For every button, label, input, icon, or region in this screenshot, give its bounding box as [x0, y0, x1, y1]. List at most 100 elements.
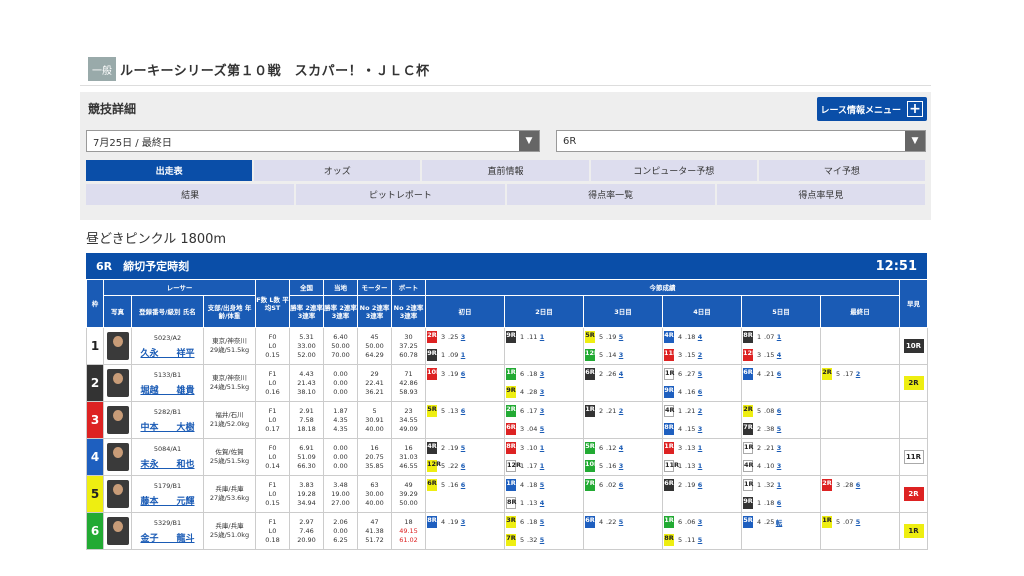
- tab-3[interactable]: 直前情報: [422, 160, 589, 181]
- racer-name-link[interactable]: 堀越 雄貴: [133, 383, 203, 396]
- race-badge[interactable]: 5R: [743, 516, 754, 528]
- race-badge[interactable]: 6R: [506, 423, 517, 435]
- race-badge[interactable]: 9R: [664, 386, 675, 398]
- race-badge[interactable]: 11R: [664, 460, 679, 472]
- date-select[interactable]: 7月25日 / 最終日 ▼: [86, 130, 540, 152]
- day-result[interactable]: 3: [458, 518, 468, 526]
- day-result[interactable]: 3: [616, 351, 626, 359]
- day-result[interactable]: 3: [774, 444, 784, 452]
- tab-5[interactable]: マイ予想: [758, 160, 925, 181]
- race-badge[interactable]: 2R: [506, 405, 517, 417]
- day-result[interactable]: 1: [537, 333, 547, 341]
- day-result[interactable]: 6: [774, 407, 784, 415]
- race-badge[interactable]: 1R: [743, 479, 754, 491]
- day-result[interactable]: 4: [537, 499, 547, 507]
- day-result[interactable]: 4: [774, 351, 784, 359]
- tab2-4[interactable]: 得点率早見: [716, 184, 925, 205]
- race-badge[interactable]: 11R: [664, 349, 678, 361]
- day-result[interactable]: 6: [695, 388, 705, 396]
- race-badge[interactable]: 2R: [822, 479, 833, 491]
- day-result[interactable]: 6: [616, 481, 626, 489]
- day-result[interactable]: 5: [774, 425, 784, 433]
- day-result[interactable]: 3: [774, 462, 784, 470]
- day-result[interactable]: 6: [853, 481, 863, 489]
- early-race-badge[interactable]: 10R: [903, 339, 924, 353]
- racer-name-link[interactable]: 末永 和也: [133, 457, 203, 470]
- race-info-menu-button[interactable]: レース情報メニュー +: [817, 97, 927, 121]
- tab-4[interactable]: コンピューター予想: [590, 160, 757, 181]
- race-badge[interactable]: 1R: [664, 442, 675, 454]
- racer-name-link[interactable]: 藤本 元輝: [133, 494, 203, 507]
- early-race-badge[interactable]: 2R: [903, 487, 924, 501]
- day-result[interactable]: 5: [616, 518, 626, 526]
- race-badge[interactable]: 3R: [506, 516, 517, 528]
- race-badge[interactable]: 8R: [743, 331, 754, 343]
- race-badge[interactable]: 12R: [506, 460, 521, 472]
- tab2-2[interactable]: ピットレポート: [296, 184, 505, 205]
- day-result[interactable]: 6: [458, 481, 468, 489]
- day-result[interactable]: 2: [616, 407, 626, 415]
- race-badge[interactable]: 1R: [664, 516, 675, 528]
- race-badge[interactable]: 12R: [743, 349, 757, 361]
- race-badge[interactable]: 9R: [743, 497, 754, 509]
- day-result[interactable]: 転: [774, 517, 784, 527]
- race-badge[interactable]: 6R: [585, 368, 596, 380]
- race-badge[interactable]: 2R: [427, 331, 438, 343]
- race-badge[interactable]: 5R: [585, 442, 596, 454]
- tab2-3[interactable]: 得点率一覧: [506, 184, 715, 205]
- race-badge[interactable]: 4R: [664, 331, 675, 343]
- day-result[interactable]: 4: [616, 370, 626, 378]
- day-result[interactable]: 5: [537, 425, 547, 433]
- race-badge[interactable]: 12R: [585, 349, 599, 361]
- early-race-badge[interactable]: 1R: [903, 524, 924, 538]
- day-result[interactable]: 1: [458, 351, 468, 359]
- day-result[interactable]: 5: [616, 333, 626, 341]
- day-result[interactable]: 6: [695, 481, 705, 489]
- race-badge[interactable]: 12R: [427, 460, 441, 472]
- race-badge[interactable]: 10R: [585, 460, 599, 472]
- day-result[interactable]: 5: [537, 481, 547, 489]
- racer-name-link[interactable]: 中本 大樹: [133, 420, 203, 433]
- race-badge[interactable]: 2R: [822, 368, 833, 380]
- race-select[interactable]: 6R ▼: [556, 130, 926, 152]
- race-badge[interactable]: 8R: [664, 423, 675, 435]
- race-badge[interactable]: 9R: [506, 386, 517, 398]
- day-result[interactable]: 1: [774, 333, 784, 341]
- day-result[interactable]: 3: [616, 462, 626, 470]
- race-badge[interactable]: 6R: [664, 479, 675, 491]
- racer-name-link[interactable]: 金子 龍斗: [133, 531, 203, 544]
- day-result[interactable]: 3: [537, 370, 547, 378]
- day-result[interactable]: 3: [537, 388, 547, 396]
- race-badge[interactable]: 1R: [664, 368, 675, 380]
- day-result[interactable]: 3: [537, 407, 547, 415]
- day-result[interactable]: 6: [458, 407, 468, 415]
- race-badge[interactable]: 1R: [585, 405, 596, 417]
- day-result[interactable]: 5: [537, 518, 547, 526]
- day-result[interactable]: 4: [695, 333, 705, 341]
- day-result[interactable]: 2: [695, 351, 705, 359]
- race-badge[interactable]: 4R: [664, 405, 675, 417]
- race-badge[interactable]: 6R: [743, 368, 754, 380]
- day-result[interactable]: 6: [458, 370, 468, 378]
- day-result[interactable]: 6: [774, 499, 784, 507]
- race-badge[interactable]: 4R: [427, 442, 438, 454]
- day-result[interactable]: 6: [458, 462, 468, 470]
- early-race-badge[interactable]: 11R: [903, 450, 924, 464]
- race-badge[interactable]: 8R: [506, 442, 517, 454]
- race-badge[interactable]: 10R: [427, 368, 441, 380]
- race-badge[interactable]: 4R: [743, 460, 754, 472]
- race-badge[interactable]: 7R: [585, 479, 596, 491]
- race-badge[interactable]: 8R: [664, 534, 675, 546]
- early-race-badge[interactable]: 2R: [903, 376, 924, 390]
- day-result[interactable]: 5: [695, 536, 705, 544]
- race-badge[interactable]: 6R: [427, 479, 438, 491]
- day-result[interactable]: 5: [537, 536, 547, 544]
- race-badge[interactable]: 7R: [743, 423, 754, 435]
- race-badge[interactable]: 1R: [743, 442, 754, 454]
- race-badge[interactable]: 7R: [506, 534, 517, 546]
- race-badge[interactable]: 6R: [585, 516, 596, 528]
- day-result[interactable]: 5: [853, 518, 863, 526]
- day-result[interactable]: 3: [695, 425, 705, 433]
- race-badge[interactable]: 9R: [427, 349, 438, 361]
- tab-2[interactable]: オッズ: [254, 160, 421, 181]
